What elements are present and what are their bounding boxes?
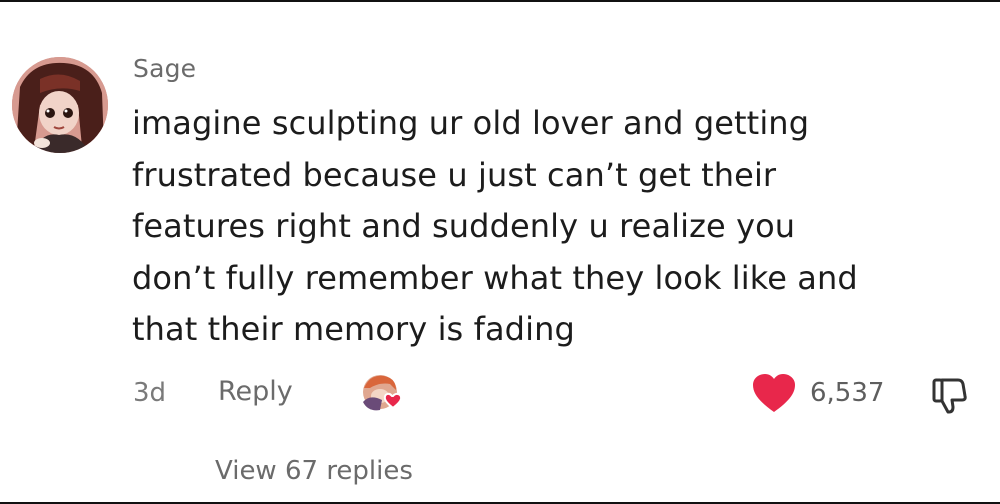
- avatar-image: [12, 57, 108, 153]
- comment-item: Sage imagine sculpting ur old lover and …: [0, 0, 1000, 504]
- thumbs-down-icon[interactable]: [928, 374, 970, 416]
- comment-author[interactable]: Sage: [133, 54, 196, 83]
- heart-icon[interactable]: [750, 372, 798, 416]
- comment-timestamp: 3d: [133, 378, 167, 408]
- view-replies-link[interactable]: View 67 replies: [215, 456, 413, 486]
- comment-text: imagine sculpting ur old lover and getti…: [132, 104, 858, 348]
- creator-liked-avatar-icon: [360, 372, 406, 416]
- like-count: 6,537: [810, 378, 885, 408]
- comment-actions: 3d Reply 6,537: [0, 370, 1000, 420]
- reply-button[interactable]: Reply: [218, 376, 293, 407]
- user-avatar[interactable]: [12, 57, 108, 153]
